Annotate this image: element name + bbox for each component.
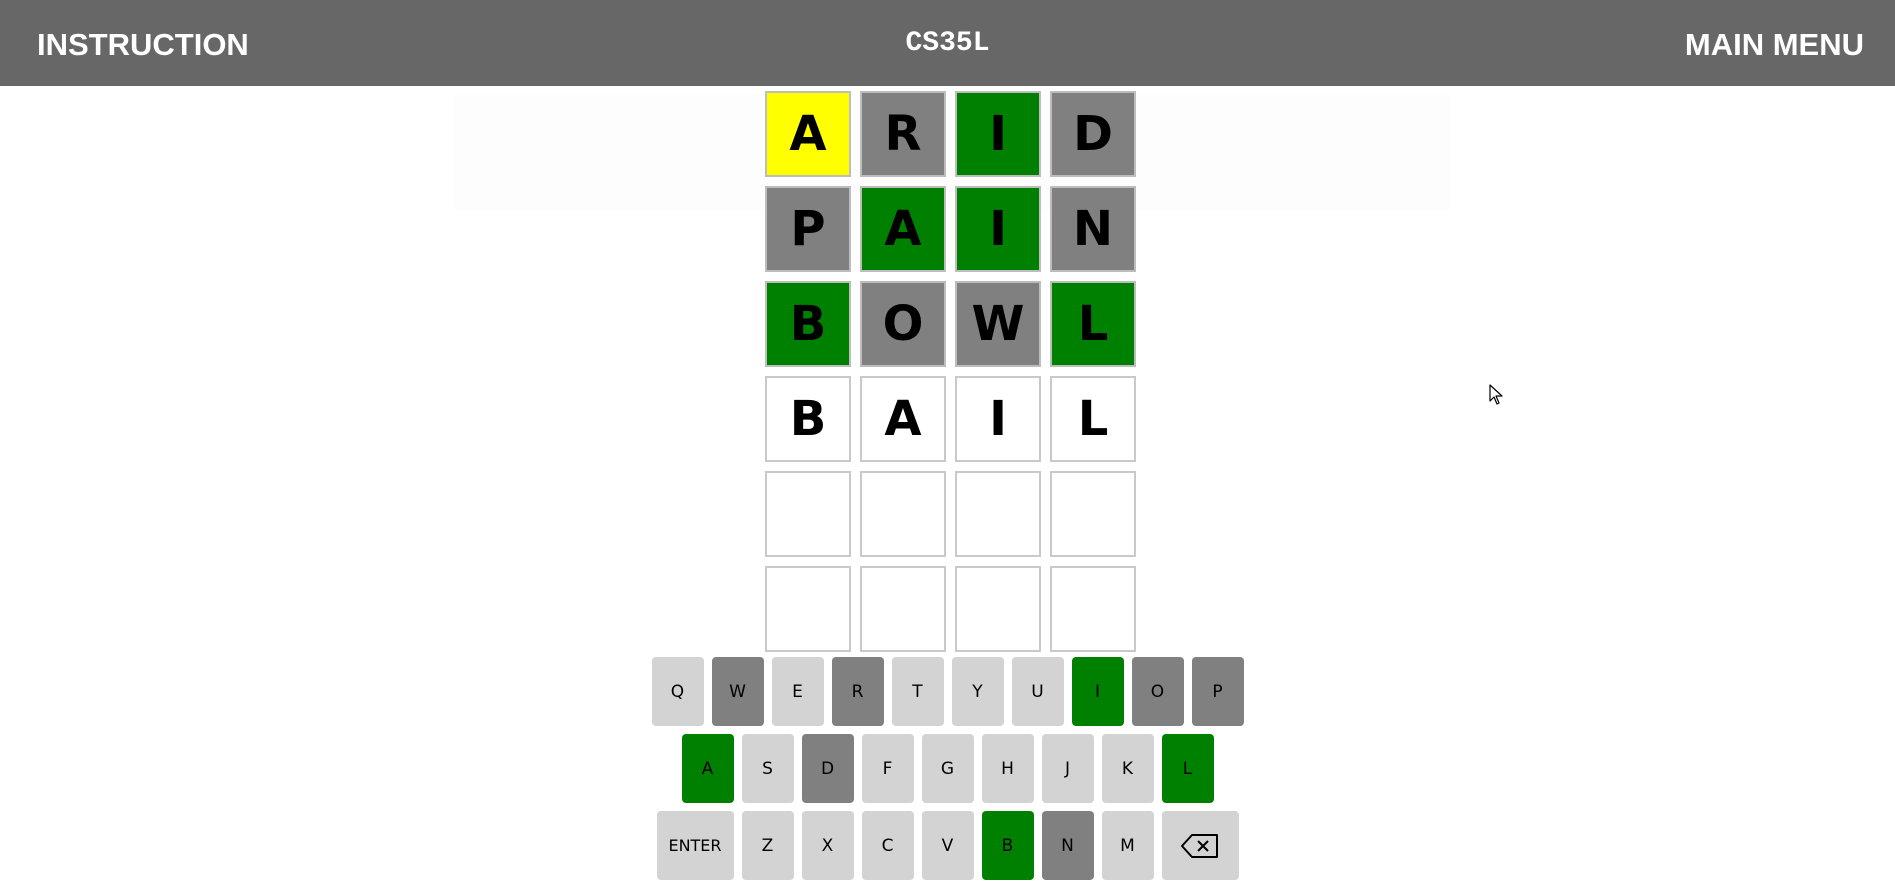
key-m[interactable]: M <box>1101 811 1154 880</box>
letter-tile: W <box>955 281 1041 367</box>
key-b[interactable]: B <box>981 811 1034 880</box>
letter-tile: I <box>955 376 1041 462</box>
board-row: BAIL <box>765 376 1138 462</box>
key-y[interactable]: Y <box>951 657 1004 726</box>
key-q[interactable]: Q <box>651 657 704 726</box>
key-x[interactable]: X <box>801 811 854 880</box>
letter-tile: N <box>1050 186 1136 272</box>
key-r[interactable]: R <box>831 657 884 726</box>
main-menu-button[interactable]: MAIN MENU <box>1685 0 1864 86</box>
key-g[interactable]: G <box>921 734 974 803</box>
key-o[interactable]: O <box>1131 657 1184 726</box>
letter-tile: R <box>860 91 946 177</box>
page-title: CS35L <box>905 28 990 59</box>
letter-tile: O <box>860 281 946 367</box>
letter-tile: L <box>1050 376 1136 462</box>
board-row <box>765 471 1138 557</box>
key-enter[interactable]: ENTER <box>656 811 734 880</box>
letter-tile: I <box>955 91 1041 177</box>
key-k[interactable]: K <box>1101 734 1154 803</box>
letter-tile: A <box>860 376 946 462</box>
key-p[interactable]: P <box>1191 657 1244 726</box>
letter-tile <box>765 566 851 652</box>
key-e[interactable]: E <box>771 657 824 726</box>
guess-board: ARIDPAINBOWLBAIL <box>765 91 1138 661</box>
key-s[interactable]: S <box>741 734 794 803</box>
board-row: BOWL <box>765 281 1138 367</box>
letter-tile <box>1050 566 1136 652</box>
letter-tile: B <box>765 281 851 367</box>
board-row <box>765 566 1138 652</box>
top-bar: INSTRUCTION CS35L MAIN MENU <box>0 0 1895 86</box>
on-screen-keyboard: Q W E R T Y U I O P A S D F G H J K L ENTER Z X C V B N M <box>0 657 1895 888</box>
key-u[interactable]: U <box>1011 657 1064 726</box>
backspace-icon <box>1181 833 1218 858</box>
letter-tile <box>955 471 1041 557</box>
letter-tile: D <box>1050 91 1136 177</box>
board-row: PAIN <box>765 186 1138 272</box>
key-d[interactable]: D <box>801 734 854 803</box>
letter-tile: L <box>1050 281 1136 367</box>
key-z[interactable]: Z <box>741 811 794 880</box>
keyboard-row: QWERTYUIOP <box>0 657 1895 726</box>
letter-tile: P <box>765 186 851 272</box>
key-backspace[interactable] <box>1161 811 1239 880</box>
keyboard-row: ENTER Z X C V B N M <box>0 811 1895 880</box>
letter-tile: I <box>955 186 1041 272</box>
key-i[interactable]: I <box>1071 657 1124 726</box>
letter-tile <box>860 471 946 557</box>
key-f[interactable]: F <box>861 734 914 803</box>
key-c[interactable]: C <box>861 811 914 880</box>
keyboard-row: ASDFGHJKL <box>0 734 1895 803</box>
letter-tile: B <box>765 376 851 462</box>
key-l[interactable]: L <box>1161 734 1214 803</box>
board-row: ARID <box>765 91 1138 177</box>
letter-tile <box>765 471 851 557</box>
key-n[interactable]: N <box>1041 811 1094 880</box>
letter-tile: A <box>860 186 946 272</box>
letter-tile <box>955 566 1041 652</box>
key-w[interactable]: W <box>711 657 764 726</box>
key-v[interactable]: V <box>921 811 974 880</box>
key-t[interactable]: T <box>891 657 944 726</box>
mouse-cursor-icon <box>1489 384 1503 405</box>
key-a[interactable]: A <box>681 734 734 803</box>
key-j[interactable]: J <box>1041 734 1094 803</box>
letter-tile <box>860 566 946 652</box>
key-h[interactable]: H <box>981 734 1034 803</box>
letter-tile <box>1050 471 1136 557</box>
letter-tile: A <box>765 91 851 177</box>
